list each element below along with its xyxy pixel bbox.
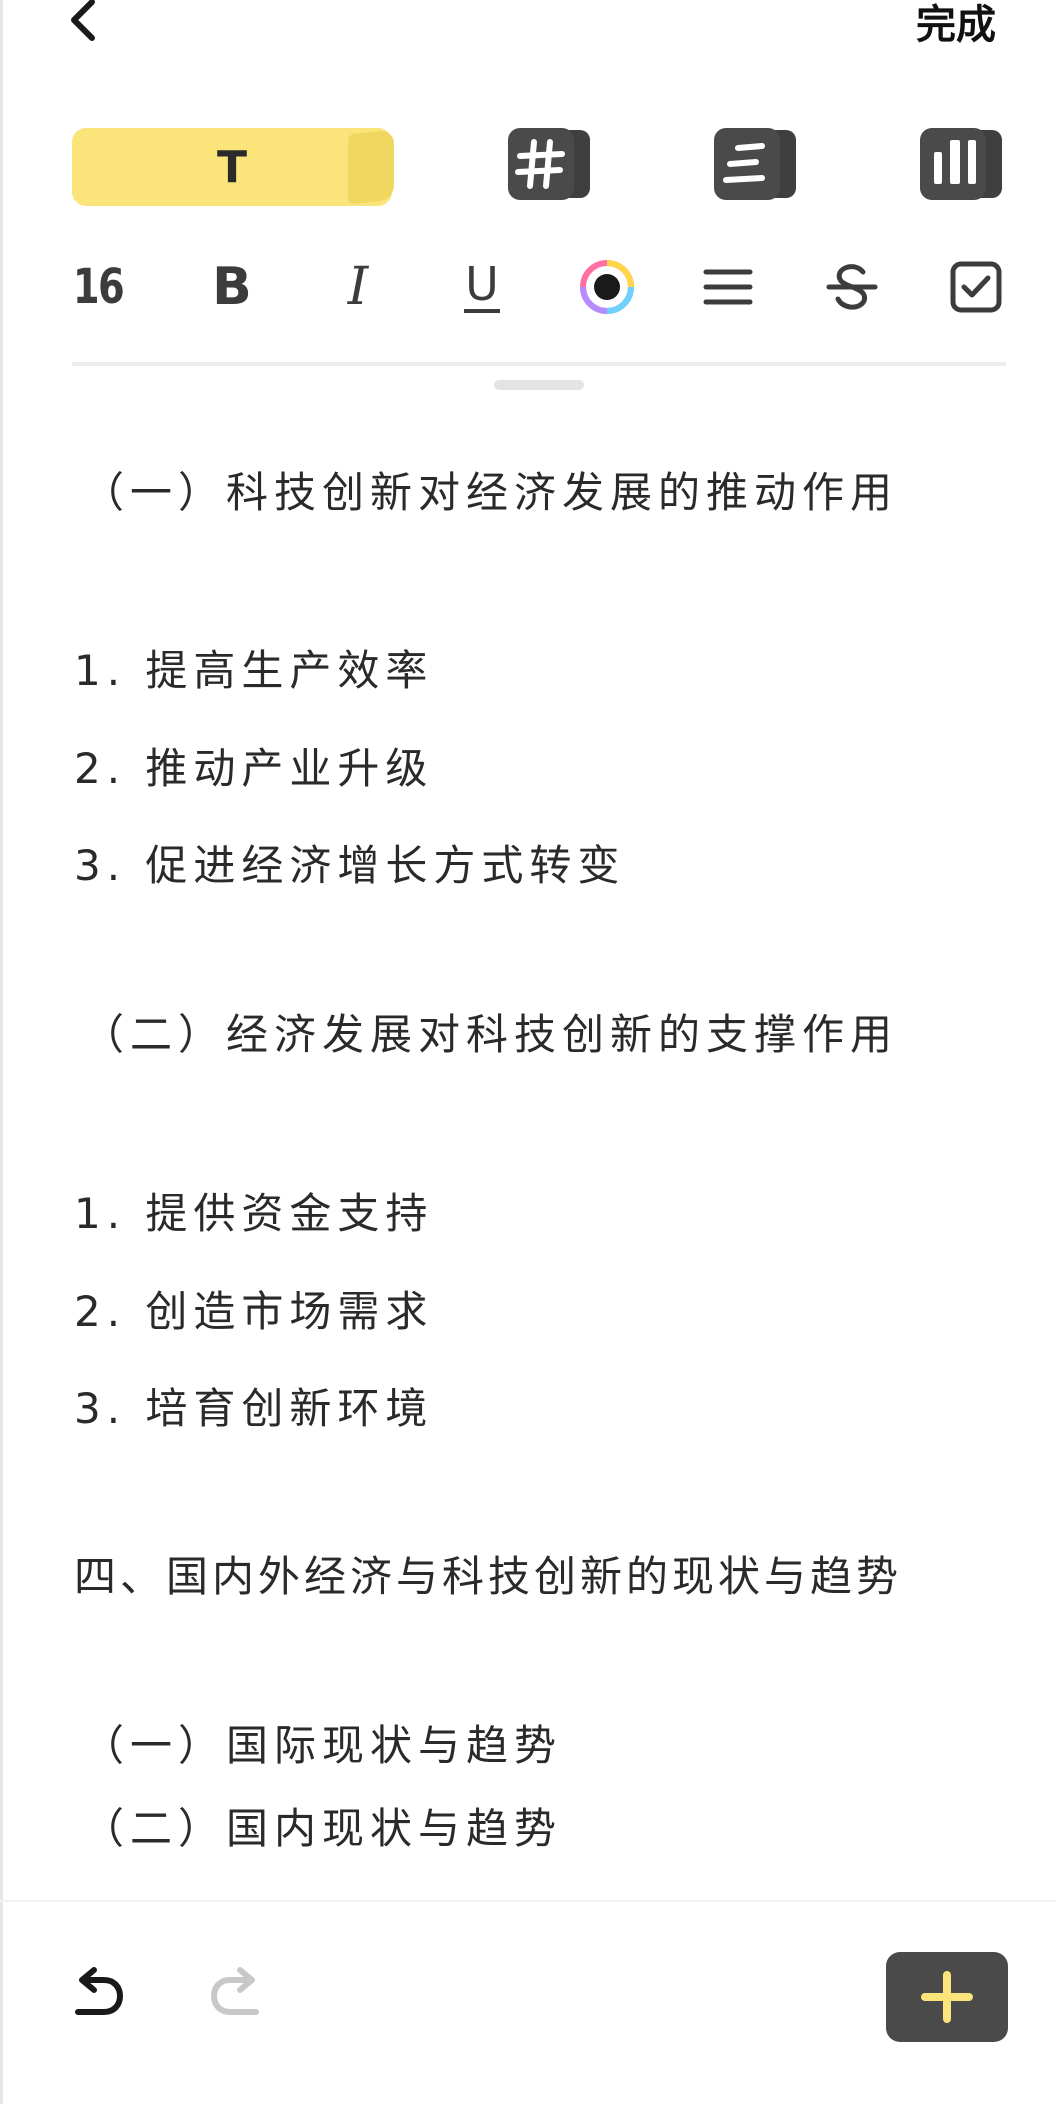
text-style-label: T <box>216 141 247 193</box>
hash-block-button[interactable] <box>506 126 592 202</box>
list-item: 1. 提高生产效率 <box>74 646 434 695</box>
list-item: 1. 提供资金支持 <box>74 1189 434 1238</box>
note-editor: 完成 T 16 B I U （一）科技创新对经济发展的推动作用 1. 提高生产效… <box>0 0 1056 2104</box>
hash-block-icon <box>508 128 590 200</box>
columns-block-button[interactable] <box>918 126 1004 202</box>
undo-icon <box>75 1967 123 2015</box>
add-block-button[interactable] <box>886 1952 1008 2042</box>
block-style-bar: T <box>72 124 1004 208</box>
align-icon <box>703 269 753 305</box>
drag-handle[interactable] <box>494 380 584 390</box>
list-block-icon <box>714 128 796 200</box>
back-button[interactable] <box>62 0 112 44</box>
strikethrough-icon <box>826 264 878 310</box>
text-color-button[interactable] <box>572 252 642 322</box>
list-block-button[interactable] <box>712 126 798 202</box>
redo-button[interactable] <box>206 1966 266 2026</box>
text-style-button[interactable]: T <box>72 128 392 206</box>
list-item: 3. 培育创新环境 <box>74 1384 434 1433</box>
section-heading: （二）经济发展对科技创新的支撑作用 <box>82 1010 899 1059</box>
list-item: 3. 促进经济增长方式转变 <box>74 841 626 890</box>
bottom-bar-divider <box>0 1900 1056 1902</box>
redo-icon <box>211 1967 259 2015</box>
italic-button[interactable]: I <box>328 252 388 322</box>
section-heading: （一）科技创新对经济发展的推动作用 <box>82 468 899 517</box>
toolbar-divider <box>72 362 1006 366</box>
checkbox-button[interactable] <box>946 252 1006 322</box>
undo-button[interactable] <box>68 1966 128 2026</box>
list-item: 2. 创造市场需求 <box>74 1287 434 1336</box>
strikethrough-button[interactable] <box>822 252 882 322</box>
chapter-heading: 四、国内外经济与科技创新的现状与趋势 <box>74 1552 903 1601</box>
font-size-button[interactable]: 16 <box>73 252 125 322</box>
done-button[interactable]: 完成 <box>916 0 996 50</box>
left-edge-rule <box>0 0 3 2104</box>
columns-block-icon <box>920 128 1002 200</box>
align-button[interactable] <box>698 252 758 322</box>
chevron-left-icon <box>71 0 95 41</box>
text-format-bar: 16 B I U <box>72 252 1004 322</box>
section-heading: （二）国内现状与趋势 <box>82 1804 563 1853</box>
underline-button[interactable]: U <box>452 252 512 322</box>
add-icon <box>921 1971 973 2023</box>
section-heading: （一）国际现状与趋势 <box>82 1721 563 1770</box>
color-picker-icon <box>580 260 634 314</box>
list-item: 2. 推动产业升级 <box>74 744 434 793</box>
underline-bar <box>464 309 500 313</box>
bold-button[interactable]: B <box>202 252 262 322</box>
underline-label: U <box>465 257 499 311</box>
checkbox-icon <box>950 261 1002 313</box>
